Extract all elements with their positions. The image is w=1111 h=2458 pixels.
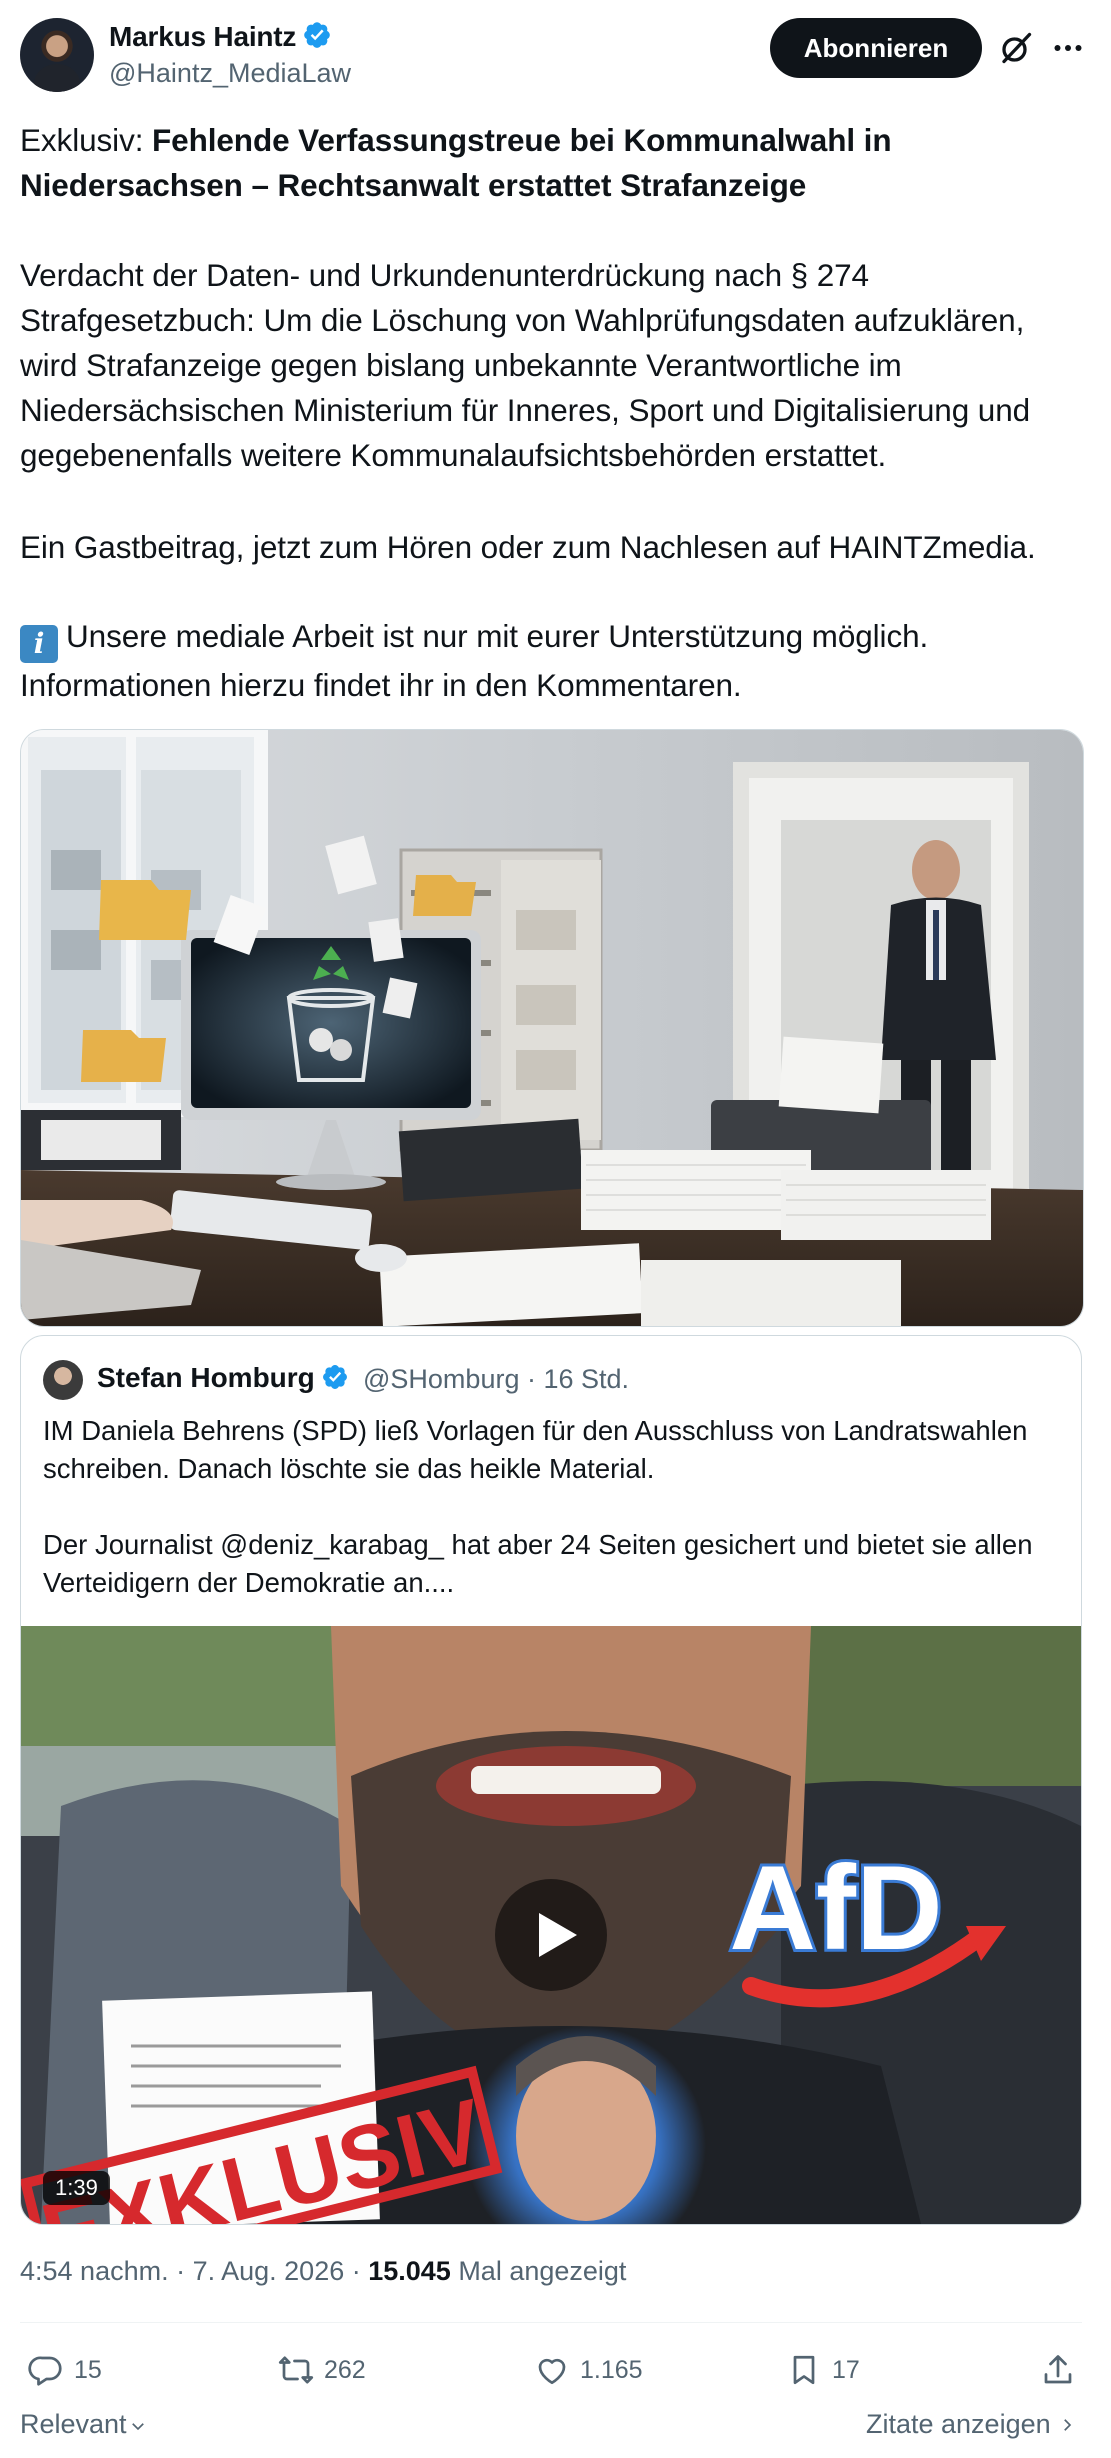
post-paragraph-3-text: Unsere mediale Arbeit ist nur mit eurer … — [20, 618, 929, 703]
subscribe-button[interactable]: Abonnieren — [770, 18, 982, 78]
bookmark-icon — [793, 2355, 815, 2385]
bookmark-count: 17 — [832, 2355, 860, 2384]
author-avatar[interactable] — [20, 18, 94, 92]
view-label: Mal angezeigt — [450, 2256, 627, 2286]
like-button[interactable]: 1.165 — [534, 2348, 643, 2392]
view-count: 15.045 — [368, 2256, 451, 2286]
author-name-row[interactable]: Markus Haintz — [109, 20, 332, 53]
quoted-verified-badge-icon — [322, 1365, 347, 1389]
view-quotes-link[interactable]: Zitate anzeigen — [866, 2409, 1076, 2440]
quoted-author-avatar[interactable] — [43, 1360, 83, 1400]
quoted-text-2: Der Journalist @deniz_karabag_ hat aber … — [43, 1529, 1033, 1598]
post-title: Exklusiv: Fehlende Verfassungstreue bei … — [20, 118, 1090, 208]
post-paragraph-2: Ein Gastbeitrag, jetzt zum Hören oder zu… — [20, 529, 1036, 565]
view-quotes-label: Zitate anzeigen — [866, 2409, 1051, 2439]
divider — [20, 2322, 1082, 2323]
post-meta: 4:54 nachm. · 7. Aug. 2026 · 15.045 Mal … — [20, 2256, 626, 2287]
verified-badge-icon — [304, 22, 331, 48]
sort-dropdown[interactable]: Relevant — [20, 2409, 149, 2440]
afd-logo-text: AfD — [729, 1841, 942, 1975]
bookmark-button[interactable]: 17 — [786, 2348, 860, 2392]
more-options-icon[interactable] — [1050, 30, 1086, 66]
reply-button[interactable]: 15 — [28, 2348, 102, 2392]
reply-count: 15 — [74, 2355, 102, 2384]
post-image[interactable] — [20, 729, 1084, 1327]
post-paragraph-3: i Unsere mediale Arbeit ist nur mit eurer… — [20, 614, 1090, 708]
post-header: Markus Haintz @Haintz_MediaLaw Abonniere… — [0, 0, 1111, 110]
author-name[interactable]: Markus Haintz — [109, 21, 296, 52]
video-duration: 1:39 — [43, 2171, 110, 2205]
quoted-video[interactable]: AfD EXKLUSIV 1:39 — [21, 1626, 1081, 2224]
author-handle[interactable]: @Haintz_MediaLaw — [109, 58, 351, 89]
quoted-text-1: IM Daniela Behrens (SPD) ließ Vorlagen f… — [43, 1415, 1028, 1484]
sort-label: Relevant — [20, 2409, 127, 2439]
office-scene-illustration — [21, 730, 1083, 1326]
play-icon — [539, 1913, 577, 1957]
chevron-right-icon — [1064, 2419, 1072, 2431]
chevron-down-icon — [131, 2423, 144, 2431]
like-count: 1.165 — [580, 2355, 643, 2384]
repost-button[interactable]: 262 — [278, 2348, 366, 2392]
repost-count: 262 — [324, 2355, 366, 2384]
quoted-handle-time[interactable]: @SHomburg · 16 Std. — [363, 1364, 629, 1395]
repost-icon — [278, 2356, 314, 2384]
info-icon: i — [20, 625, 58, 663]
post-paragraph-1: Verdacht der Daten- und Urkundenunterdrü… — [20, 257, 1031, 473]
share-button[interactable] — [1040, 2348, 1086, 2392]
play-button[interactable] — [495, 1879, 607, 1991]
reply-icon — [28, 2356, 62, 2386]
heart-icon — [538, 2358, 566, 2385]
quoted-tweet[interactable]: Stefan Homburg @SHomburg · 16 Std. IM Da… — [20, 1335, 1082, 2225]
quoted-author-name[interactable]: Stefan Homburg — [97, 1362, 315, 1393]
post-title-prefix: Exklusiv: — [20, 122, 153, 158]
post-time-date[interactable]: 4:54 nachm. · 7. Aug. 2026 · — [20, 2256, 368, 2286]
grok-icon[interactable] — [998, 30, 1034, 66]
share-icon — [1044, 2355, 1072, 2384]
quoted-author-name-row[interactable]: Stefan Homburg — [97, 1362, 349, 1394]
